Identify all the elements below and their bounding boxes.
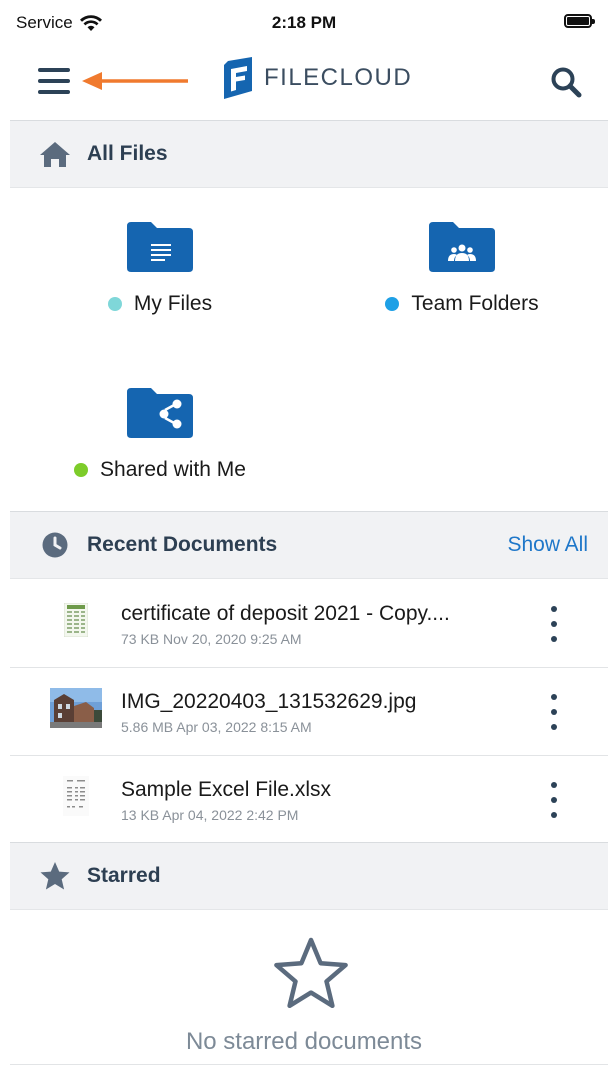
document-row[interactable]: certificate of deposit 2021 - Copy.... 7… xyxy=(10,580,608,668)
more-options-icon[interactable] xyxy=(546,606,562,642)
status-dot xyxy=(74,463,89,477)
shared-folder-icon xyxy=(127,388,193,438)
folder-team-folders[interactable]: Team Folders xyxy=(382,222,542,316)
photo-thumbnail xyxy=(48,686,104,730)
status-time: 2:18 PM xyxy=(271,13,337,32)
spreadsheet-thumbnail xyxy=(48,598,104,642)
menu-icon-bar xyxy=(38,90,70,94)
clock-icon xyxy=(42,532,68,558)
more-options-icon[interactable] xyxy=(546,782,562,818)
document-name: certificate of deposit 2021 - Copy.... xyxy=(121,602,450,625)
status-dot xyxy=(107,297,122,311)
document-meta: 13 KB Apr 04, 2022 2:42 PM xyxy=(121,807,299,823)
home-icon xyxy=(40,142,70,167)
folder-label: Shared with Me xyxy=(74,458,246,482)
folder-label: My Files xyxy=(107,292,213,316)
menu-button[interactable] xyxy=(36,66,72,96)
more-options-icon[interactable] xyxy=(546,694,562,730)
document-row[interactable]: IMG_20220403_131532629.jpg 5.86 MB Apr 0… xyxy=(10,668,608,756)
filecloud-logo-icon xyxy=(224,57,252,99)
team-folder-icon xyxy=(429,222,495,272)
folder-label: Team Folders xyxy=(385,292,539,316)
excel-thumbnail xyxy=(48,774,104,818)
menu-icon-bar xyxy=(38,79,70,83)
app-bar: FILECLOUD xyxy=(0,44,608,118)
folder-my-files[interactable]: My Files xyxy=(100,222,220,316)
folder-shared-with-me[interactable]: Shared with Me xyxy=(60,388,260,482)
document-folder-icon xyxy=(127,222,193,272)
star-icon xyxy=(40,862,70,890)
annotation-arrow-icon xyxy=(82,72,188,90)
recent-documents-header: Recent Documents Show All xyxy=(10,511,608,579)
status-bar: Service 2:18 PM xyxy=(0,0,608,44)
folder-name: My Files xyxy=(133,292,213,315)
empty-star-icon xyxy=(274,937,348,1009)
document-meta: 5.86 MB Apr 03, 2022 8:15 AM xyxy=(121,719,312,735)
document-meta: 73 KB Nov 20, 2020 9:25 AM xyxy=(121,631,302,647)
all-files-title: All Files xyxy=(87,142,168,165)
battery-icon xyxy=(564,14,595,28)
recent-documents-title: Recent Documents xyxy=(87,533,278,556)
folder-name: Shared with Me xyxy=(100,458,246,481)
starred-title: Starred xyxy=(87,864,161,887)
folder-name: Team Folders xyxy=(411,292,539,315)
app-logo: FILECLOUD xyxy=(222,57,412,99)
document-name: Sample Excel File.xlsx xyxy=(121,778,332,801)
document-name: IMG_20220403_131532629.jpg xyxy=(121,690,417,713)
logo-text: FILECLOUD xyxy=(264,64,413,91)
document-row[interactable]: Sample Excel File.xlsx 13 KB Apr 04, 202… xyxy=(10,756,608,844)
divider xyxy=(10,1064,608,1065)
starred-header: Starred xyxy=(10,842,608,910)
all-files-header[interactable]: All Files xyxy=(10,120,608,188)
status-dot xyxy=(385,297,400,311)
empty-starred-message: No starred documents xyxy=(185,1028,423,1055)
show-all-link[interactable]: Show All xyxy=(507,533,588,557)
search-icon[interactable] xyxy=(548,64,584,100)
menu-icon-bar xyxy=(38,68,70,72)
